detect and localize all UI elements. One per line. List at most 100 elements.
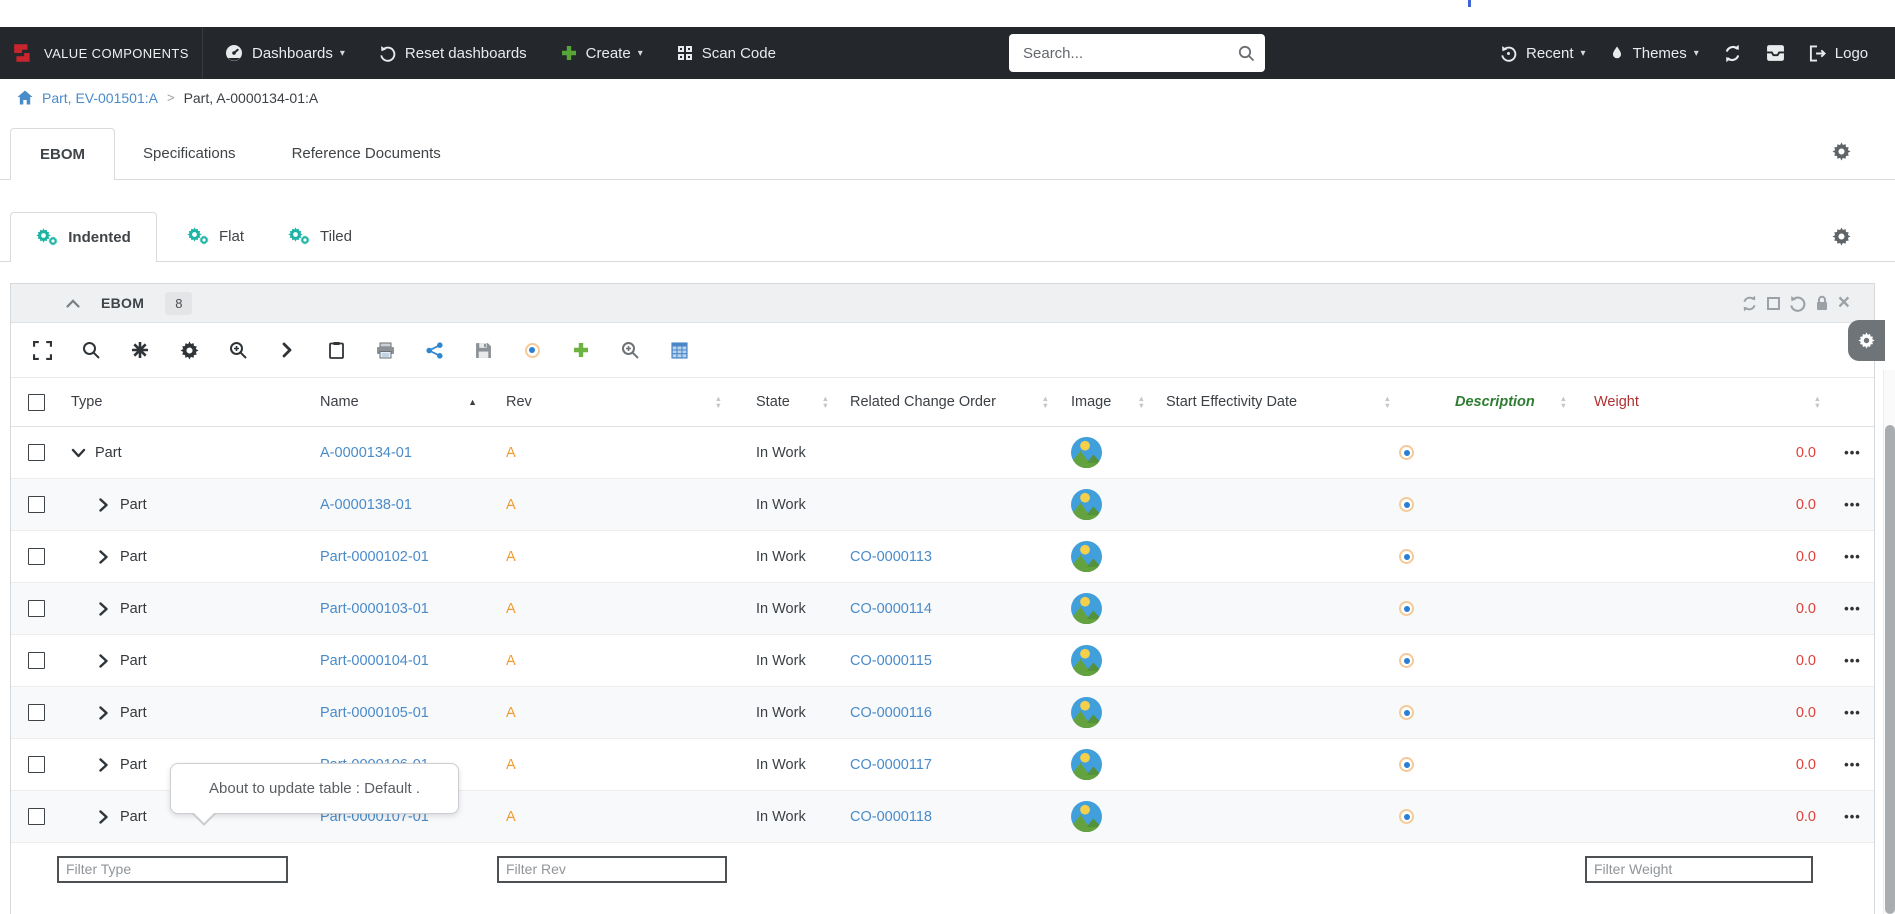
- row-checkbox[interactable]: [28, 704, 45, 721]
- add-row-button[interactable]: [570, 342, 592, 358]
- table-row[interactable]: Part Part-0000103-01 A In Work CO-000011…: [11, 583, 1874, 635]
- nav-dashboards[interactable]: Dashboards ▾: [208, 27, 362, 79]
- part-thumbnail-icon[interactable]: [1071, 593, 1102, 624]
- row-checkbox[interactable]: [28, 652, 45, 669]
- column-weight[interactable]: Weight: [1594, 394, 1639, 410]
- search-icon[interactable]: [1238, 45, 1255, 62]
- maximize-button[interactable]: [1766, 296, 1780, 310]
- chevron-right-button[interactable]: [276, 342, 298, 358]
- refresh-button[interactable]: [1741, 295, 1758, 312]
- table-row[interactable]: Part Part-0000102-01 A In Work CO-000011…: [11, 531, 1874, 583]
- view-tab-flat[interactable]: Flat: [165, 212, 266, 261]
- filter-rev-input[interactable]: [497, 855, 727, 883]
- search-input[interactable]: [1023, 44, 1238, 62]
- sort-ascending-icon[interactable]: ▲: [468, 397, 477, 407]
- part-thumbnail-icon[interactable]: [1071, 645, 1102, 676]
- fullscreen-button[interactable]: [31, 340, 53, 360]
- tab-ebom[interactable]: EBOM: [10, 128, 115, 180]
- undo-button[interactable]: [1789, 295, 1806, 312]
- lock-button[interactable]: [1815, 295, 1829, 311]
- expand-chevron-icon[interactable]: [96, 809, 111, 824]
- name-link[interactable]: Part-0000105-01: [320, 705, 429, 721]
- effectivity-radio-icon[interactable]: [1399, 705, 1414, 720]
- tab-specifications[interactable]: Specifications: [115, 128, 264, 179]
- related-change-order-link[interactable]: CO-0000115: [850, 653, 932, 669]
- inbox-button[interactable]: [1754, 27, 1797, 79]
- row-checkbox[interactable]: [28, 444, 45, 461]
- name-link[interactable]: Part-0000104-01: [320, 653, 429, 669]
- name-link[interactable]: Part-0000102-01: [320, 549, 429, 565]
- breadcrumb-parent-link[interactable]: Part, EV-001501:A: [42, 90, 158, 106]
- column-type[interactable]: Type: [71, 394, 102, 410]
- sort-icon[interactable]: ▲ ▼: [1138, 395, 1145, 410]
- panel-settings-button[interactable]: [1848, 320, 1885, 361]
- table-row[interactable]: Part A-0000134-01 A In Work 0.0 •••: [11, 427, 1874, 479]
- related-change-order-link[interactable]: CO-0000113: [850, 549, 932, 565]
- part-thumbnail-icon[interactable]: [1071, 749, 1102, 780]
- expand-chevron-icon[interactable]: [96, 497, 111, 512]
- related-change-order-link[interactable]: CO-0000118: [850, 809, 932, 825]
- effectivity-radio-icon[interactable]: [1399, 497, 1414, 512]
- sync-button[interactable]: [1711, 27, 1754, 79]
- row-menu-button[interactable]: •••: [1844, 757, 1861, 772]
- target-radio-button[interactable]: [521, 342, 543, 358]
- clipboard-button[interactable]: [325, 341, 347, 359]
- expand-chevron-icon[interactable]: [96, 601, 111, 616]
- brand-logo[interactable]: VALUE COMPONENTS: [0, 27, 202, 79]
- part-thumbnail-icon[interactable]: [1071, 801, 1102, 832]
- settings-gear-button[interactable]: [178, 340, 200, 360]
- table-row[interactable]: Part Part-0000104-01 A In Work CO-000011…: [11, 635, 1874, 687]
- name-link[interactable]: Part-0000103-01: [320, 601, 429, 617]
- filter-type-input[interactable]: [57, 855, 288, 883]
- zoom-search-button[interactable]: [227, 341, 249, 359]
- print-button[interactable]: [374, 342, 396, 359]
- expand-chevron-icon[interactable]: [96, 757, 111, 772]
- row-checkbox[interactable]: [28, 548, 45, 565]
- column-rev[interactable]: Rev: [506, 394, 532, 410]
- save-button[interactable]: [472, 342, 494, 359]
- effectivity-radio-icon[interactable]: [1399, 549, 1414, 564]
- global-search[interactable]: [1009, 34, 1265, 72]
- effectivity-radio-icon[interactable]: [1399, 653, 1414, 668]
- share-button[interactable]: [423, 341, 445, 359]
- row-checkbox[interactable]: [28, 808, 45, 825]
- nav-recent[interactable]: Recent ▾: [1488, 27, 1598, 79]
- nav-scan-code[interactable]: Scan Code: [660, 27, 793, 79]
- filter-weight-input[interactable]: [1585, 855, 1813, 883]
- sort-icon[interactable]: ▲ ▼: [715, 395, 722, 410]
- column-image[interactable]: Image: [1071, 394, 1111, 410]
- effectivity-radio-icon[interactable]: [1399, 601, 1414, 616]
- name-link[interactable]: A-0000138-01: [320, 497, 412, 513]
- search-rows-button[interactable]: [80, 341, 102, 359]
- related-change-order-link[interactable]: CO-0000114: [850, 601, 932, 617]
- vertical-scrollbar[interactable]: [1883, 370, 1895, 914]
- view-tab-tiled[interactable]: Tiled: [266, 212, 374, 261]
- tab-settings-button[interactable]: [1832, 142, 1851, 161]
- part-thumbnail-icon[interactable]: [1071, 489, 1102, 520]
- sort-icon[interactable]: ▲ ▼: [1042, 395, 1049, 410]
- collapse-chevron-icon[interactable]: [66, 298, 80, 308]
- effectivity-radio-icon[interactable]: [1399, 809, 1414, 824]
- row-checkbox[interactable]: [28, 496, 45, 513]
- row-menu-button[interactable]: •••: [1844, 445, 1861, 460]
- part-thumbnail-icon[interactable]: [1071, 697, 1102, 728]
- nav-create[interactable]: Create ▾: [544, 27, 660, 79]
- zoom-in-button[interactable]: [619, 341, 641, 359]
- column-related-change-order[interactable]: Related Change Order: [850, 394, 996, 410]
- row-checkbox[interactable]: [28, 756, 45, 773]
- row-menu-button[interactable]: •••: [1844, 705, 1861, 720]
- related-change-order-link[interactable]: CO-0000116: [850, 705, 932, 721]
- row-menu-button[interactable]: •••: [1844, 809, 1861, 824]
- column-state[interactable]: State: [756, 394, 790, 410]
- scrollbar-thumb[interactable]: [1885, 425, 1895, 914]
- tab-reference-documents[interactable]: Reference Documents: [264, 128, 469, 179]
- column-description[interactable]: Description: [1455, 394, 1535, 410]
- nav-logout[interactable]: Logo: [1797, 27, 1880, 79]
- expand-chevron-icon[interactable]: [96, 705, 111, 720]
- nav-reset-dashboards[interactable]: Reset dashboards: [362, 27, 544, 79]
- asterisk-button[interactable]: [129, 341, 151, 359]
- table-row[interactable]: Part A-0000138-01 A In Work 0.0 •••: [11, 479, 1874, 531]
- close-panel-button[interactable]: ×: [1838, 292, 1850, 313]
- name-link[interactable]: A-0000134-01: [320, 445, 412, 461]
- sort-icon[interactable]: ▲ ▼: [822, 395, 829, 410]
